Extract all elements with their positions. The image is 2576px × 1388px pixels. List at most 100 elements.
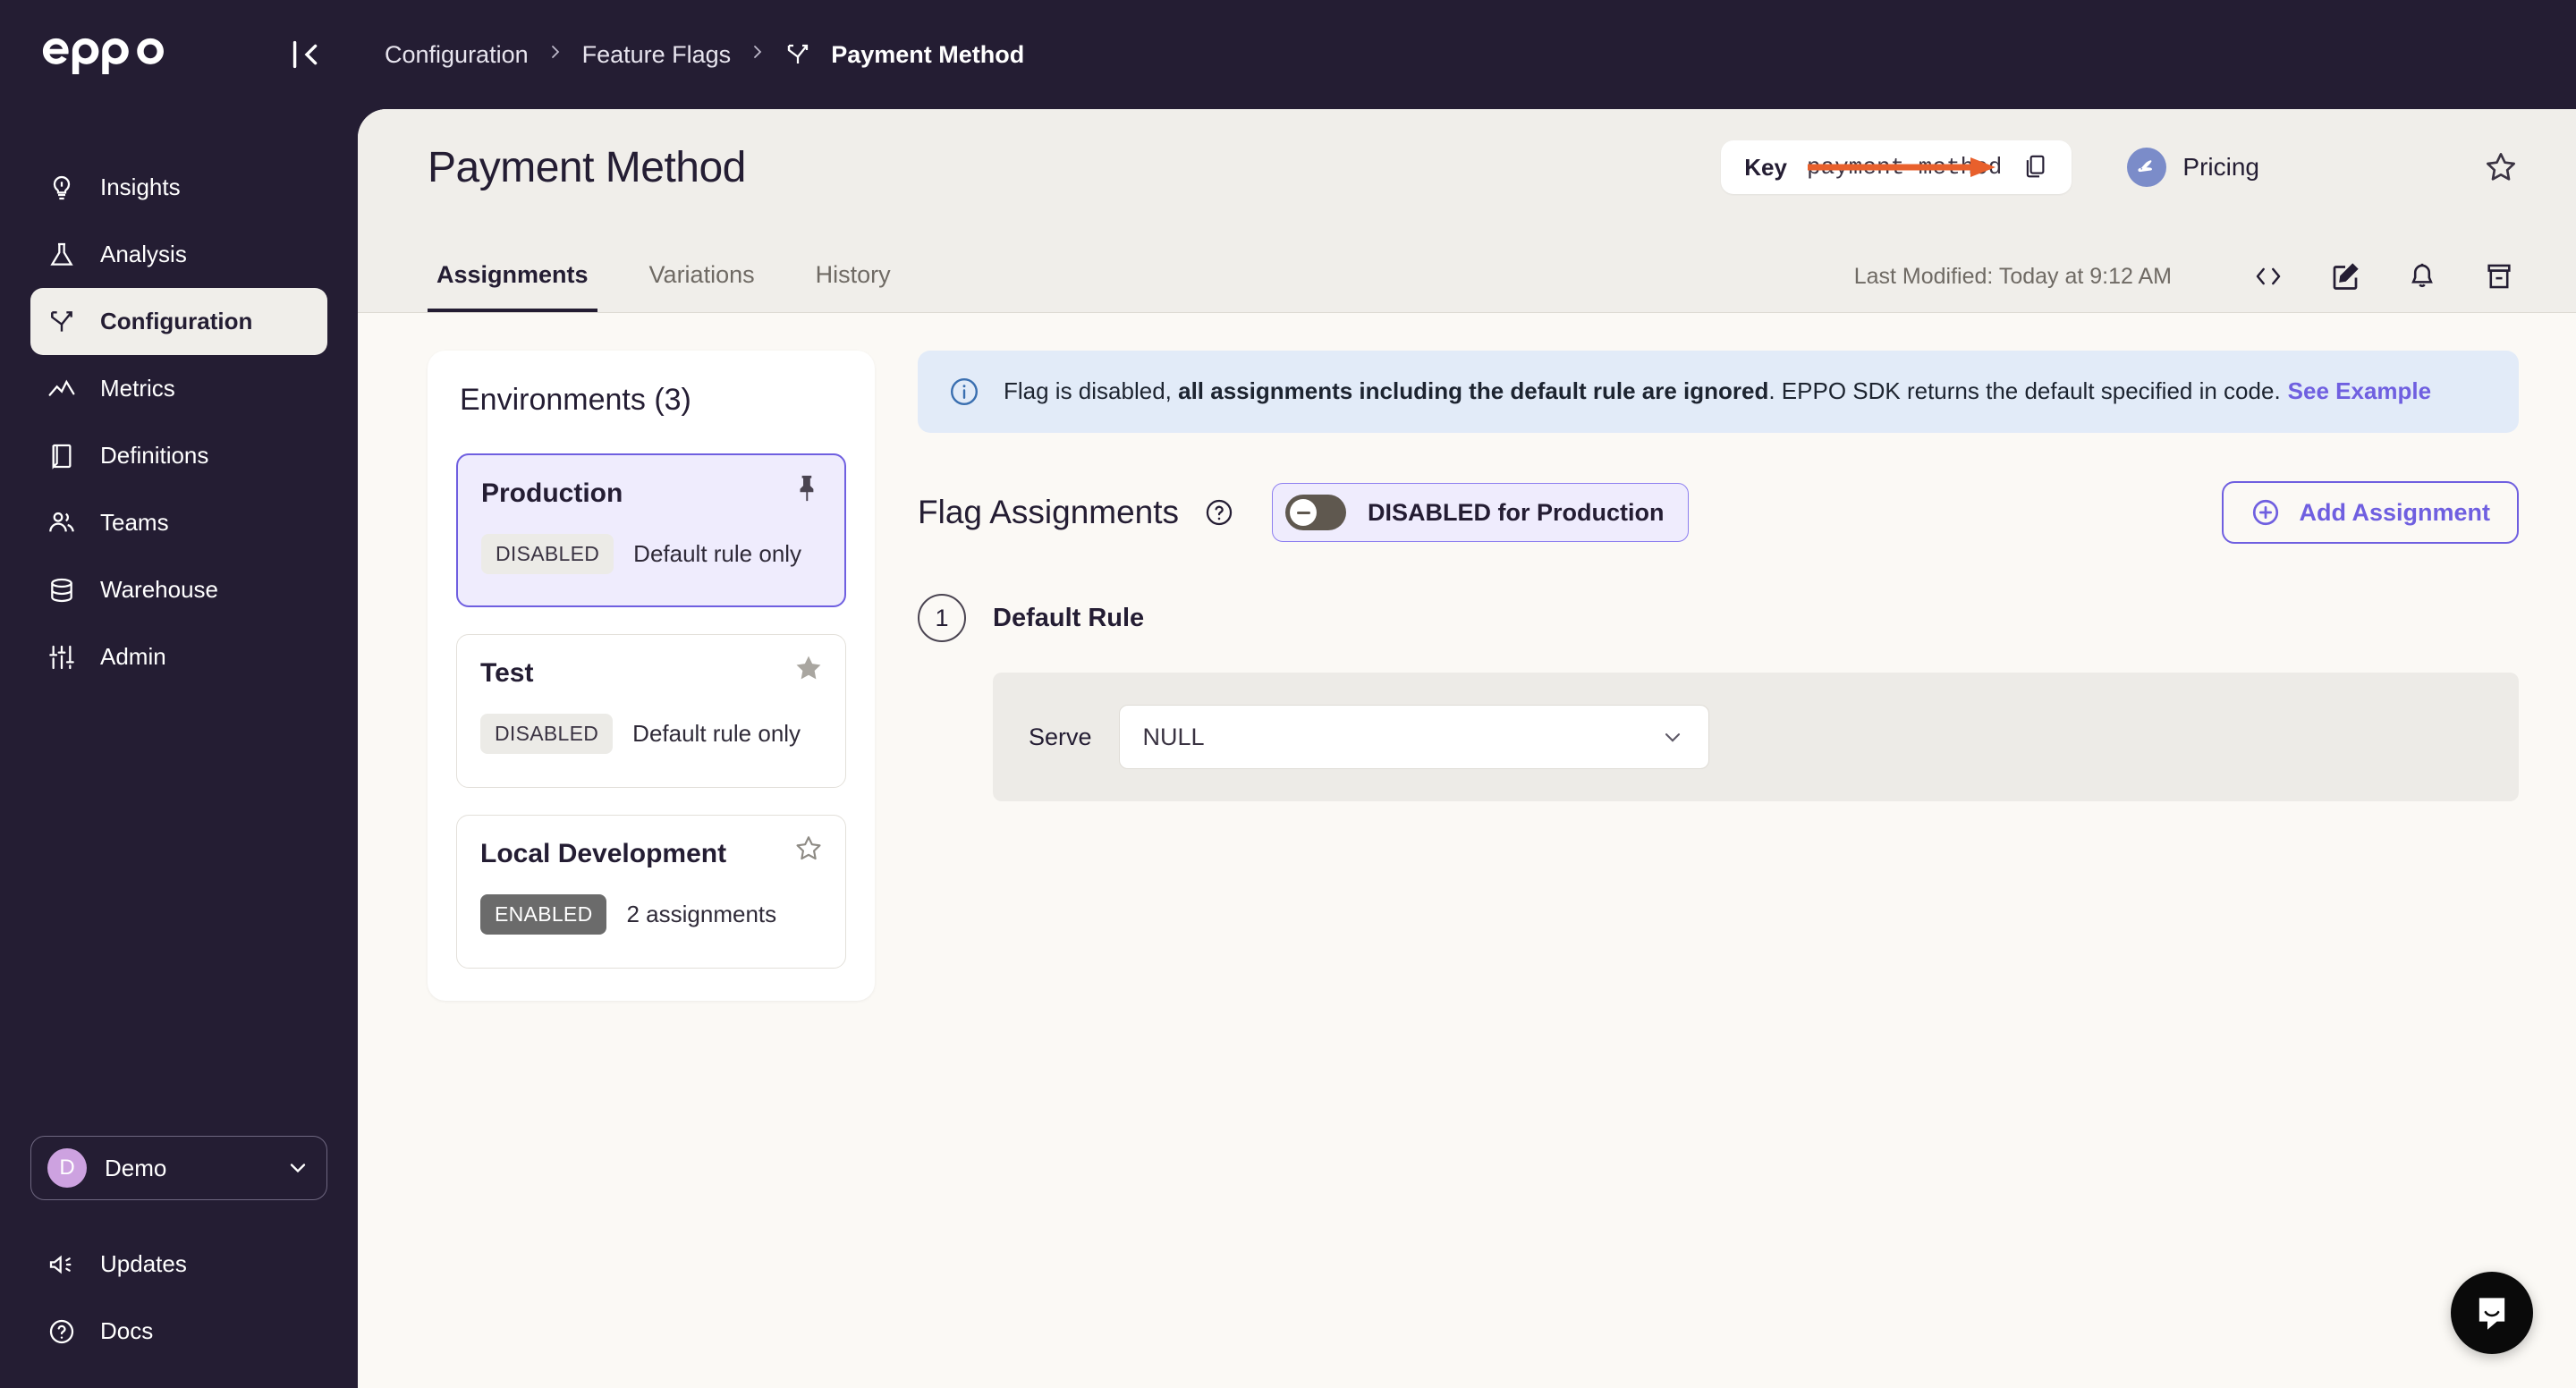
tabs: Assignments Variations History — [428, 261, 943, 312]
tabs-actions: Last Modified: Today at 9:12 AM — [1854, 257, 2519, 312]
question-circle-icon — [47, 1316, 77, 1347]
toggle-off-icon — [1285, 495, 1347, 530]
chat-bubble-icon — [2479, 1298, 2505, 1330]
sidebar-item-insights[interactable]: Insights — [30, 154, 327, 221]
toggle-knob — [1290, 499, 1318, 526]
environments-panel: Environments (3) Production DISABLED Def… — [428, 351, 875, 1001]
environment-name: Test — [480, 658, 534, 688]
avatar: D — [47, 1148, 87, 1188]
book-icon — [47, 441, 77, 471]
sidebar-item-label: Metrics — [100, 375, 175, 402]
archive-icon[interactable] — [2479, 257, 2519, 296]
environment-meta: DISABLED Default rule only — [481, 534, 819, 574]
tab-assignments[interactable]: Assignments — [428, 261, 597, 312]
bell-icon[interactable] — [2402, 257, 2442, 296]
flag-branch-icon — [47, 307, 77, 337]
last-modified-text: Last Modified: Today at 9:12 AM — [1853, 263, 2172, 289]
environment-card-local-development[interactable]: Local Development ENABLED 2 assignments — [456, 815, 846, 969]
info-text-lead: Flag is disabled, — [1004, 377, 1172, 405]
sidebar-item-docs[interactable]: Docs — [30, 1298, 327, 1365]
tab-variations[interactable]: Variations — [640, 261, 764, 312]
sidebar-item-metrics[interactable]: Metrics — [30, 355, 327, 422]
sidebar-nav: Insights Analysis Configuration Metrics … — [0, 154, 358, 690]
environment-detail: Default rule only — [632, 720, 801, 747]
info-text-bold: all assignments including the default ru… — [1171, 377, 1769, 405]
sidebar-item-label: Analysis — [100, 241, 187, 267]
sidebar-item-warehouse[interactable]: Warehouse — [30, 556, 327, 623]
pricing-owner-chip[interactable]: Pricing — [2127, 148, 2259, 187]
environment-meta: ENABLED 2 assignments — [480, 894, 820, 935]
pin-filled-icon[interactable] — [792, 473, 823, 504]
breadcrumb: Configuration Feature Flags Payment Meth… — [358, 41, 1024, 69]
breadcrumb-separator — [750, 41, 765, 69]
info-text-tail: . EPPO SDK returns the default specified… — [1768, 377, 2281, 405]
sidebar-item-configuration[interactable]: Configuration — [30, 288, 327, 355]
page-header: Payment Method Key payment-method Pricin… — [358, 109, 2576, 313]
info-circle-icon — [948, 376, 980, 408]
flag-branch-icon — [784, 41, 811, 68]
sidebar-item-teams[interactable]: Teams — [30, 489, 327, 556]
environment-card-test[interactable]: Test DISABLED Default rule only — [456, 634, 846, 788]
star-filled-icon[interactable] — [793, 653, 824, 683]
environment-card-production[interactable]: Production DISABLED Default rule only — [456, 453, 846, 607]
page-title-row: Payment Method Key payment-method Pricin… — [358, 109, 2576, 225]
app-root: Insights Analysis Configuration Metrics … — [0, 0, 2576, 1388]
question-circle-icon[interactable] — [1204, 497, 1234, 528]
sidebar-item-analysis[interactable]: Analysis — [30, 221, 327, 288]
default-rule-header: 1 Default Rule — [918, 594, 2519, 642]
environments-title: Environments (3) — [460, 383, 691, 417]
sidebar-item-updates[interactable]: Updates — [30, 1231, 327, 1298]
flag-assignments-header: Flag Assignments DISABLED for Production… — [918, 481, 2519, 544]
plus-circle-icon — [2253, 499, 2279, 526]
star-outline-icon[interactable] — [793, 834, 824, 864]
collapse-panel-icon[interactable] — [286, 34, 327, 75]
trend-line-icon — [47, 374, 77, 404]
flag-assignments-title: Flag Assignments — [918, 494, 1180, 530]
database-icon — [47, 575, 77, 605]
serve-value: NULL — [1142, 723, 1205, 750]
info-banner-text: Flag is disabled, all assignments includ… — [1004, 376, 2431, 407]
sidebar-bottom: D Demo Updates Docs — [0, 1136, 358, 1388]
edit-pencil-icon[interactable] — [2326, 257, 2365, 296]
alligator-avatar-icon — [2127, 148, 2167, 187]
copy-icon[interactable] — [2021, 153, 2048, 182]
topbar: Configuration Feature Flags Payment Meth… — [358, 0, 2576, 109]
chevron-down-icon — [285, 1155, 310, 1181]
sidebar-item-label: Updates — [100, 1250, 187, 1277]
sidebar-item-label: Admin — [100, 643, 166, 670]
chevron-down-icon — [1660, 724, 1685, 749]
org-switcher[interactable]: D Demo — [30, 1136, 327, 1200]
flask-icon — [47, 240, 77, 270]
chat-bubble-button[interactable] — [2451, 1272, 2533, 1354]
environment-detail: 2 assignments — [626, 901, 777, 927]
assignments-column: Flag is disabled, all assignments includ… — [918, 351, 2519, 1001]
environment-name: Production — [481, 478, 623, 508]
tab-history[interactable]: History — [807, 261, 900, 312]
code-brackets-icon[interactable] — [2249, 257, 2288, 296]
star-outline-icon[interactable] — [2483, 149, 2519, 185]
environment-meta: DISABLED Default rule only — [480, 714, 820, 754]
add-assignment-button[interactable]: Add Assignment — [2222, 481, 2519, 544]
sidebar-item-admin[interactable]: Admin — [30, 623, 327, 690]
info-banner: Flag is disabled, all assignments includ… — [918, 351, 2519, 433]
flag-enable-toggle[interactable]: DISABLED for Production — [1272, 483, 1689, 542]
breadcrumb-item-payment-method: Payment Method — [831, 40, 1025, 68]
serve-label: Serve — [1029, 723, 1092, 750]
eppo-logo-icon — [42, 38, 164, 74]
sidebar-item-label: Insights — [100, 174, 181, 200]
sidebar-item-definitions[interactable]: Definitions — [30, 422, 327, 489]
default-rule-title: Default Rule — [993, 603, 1145, 632]
sidebar-item-label: Teams — [100, 509, 169, 536]
sidebar-item-label: Warehouse — [100, 576, 218, 603]
page-title: Payment Method — [428, 143, 746, 191]
breadcrumb-item-configuration[interactable]: Configuration — [385, 41, 529, 69]
see-example-link[interactable]: See Example — [2288, 377, 2431, 404]
sidebar-item-label: Definitions — [100, 442, 209, 469]
status-badge: DISABLED — [480, 714, 614, 754]
key-label: Key — [1744, 153, 1787, 181]
environment-detail: Default rule only — [633, 540, 802, 567]
page-body: Environments (3) Production DISABLED Def… — [358, 313, 2576, 1001]
serve-select[interactable]: NULL — [1118, 705, 1709, 769]
status-badge: ENABLED — [480, 894, 607, 935]
breadcrumb-item-feature-flags[interactable]: Feature Flags — [582, 41, 732, 69]
